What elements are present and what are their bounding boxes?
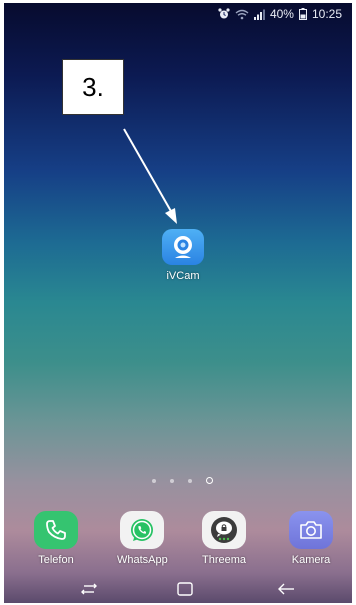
recents-button[interactable] [74, 580, 104, 598]
home-square-icon [177, 582, 193, 596]
recents-icon [81, 583, 97, 595]
app-label: Threema [202, 554, 247, 566]
step-callout: 3. [62, 59, 124, 115]
phone-screen: 40% 10:25 3. iVCam Telefon WhatsApp Thre… [4, 3, 352, 603]
dock-app-kamera[interactable]: Kamera [289, 511, 333, 566]
status-bar: 40% 10:25 [4, 3, 352, 25]
app-label: Telefon [38, 554, 74, 566]
page-dot-home[interactable] [205, 477, 213, 484]
wifi-icon [235, 9, 249, 20]
app-label: WhatsApp [117, 554, 168, 566]
dock-app-whatsapp[interactable]: WhatsApp [117, 511, 168, 566]
page-dot[interactable] [187, 478, 192, 483]
app-ivcam[interactable]: iVCam [162, 229, 204, 282]
phone-icon [34, 511, 78, 549]
battery-icon [298, 8, 307, 20]
battery-percent: 40% [269, 7, 294, 21]
page-indicator[interactable] [4, 477, 352, 484]
whatsapp-icon [120, 511, 165, 549]
back-button[interactable] [271, 580, 301, 598]
step-label: 3. [82, 71, 104, 102]
signal-icon [253, 9, 265, 20]
app-label: Kamera [291, 554, 331, 566]
app-label: iVCam [166, 270, 200, 282]
alarm-icon [218, 8, 230, 20]
dock-app-telefon[interactable]: Telefon [34, 511, 78, 566]
clock: 10:25 [311, 7, 342, 21]
home-button[interactable] [170, 580, 200, 598]
navigation-bar [4, 573, 352, 603]
threema-icon [202, 511, 247, 549]
dock-app-threema[interactable]: Threema [202, 511, 246, 566]
page-dot[interactable] [151, 478, 156, 483]
page-dot[interactable] [169, 478, 174, 483]
camera-icon [289, 511, 333, 549]
ivcam-webcam-icon [162, 229, 204, 265]
back-arrow-icon [278, 583, 294, 595]
